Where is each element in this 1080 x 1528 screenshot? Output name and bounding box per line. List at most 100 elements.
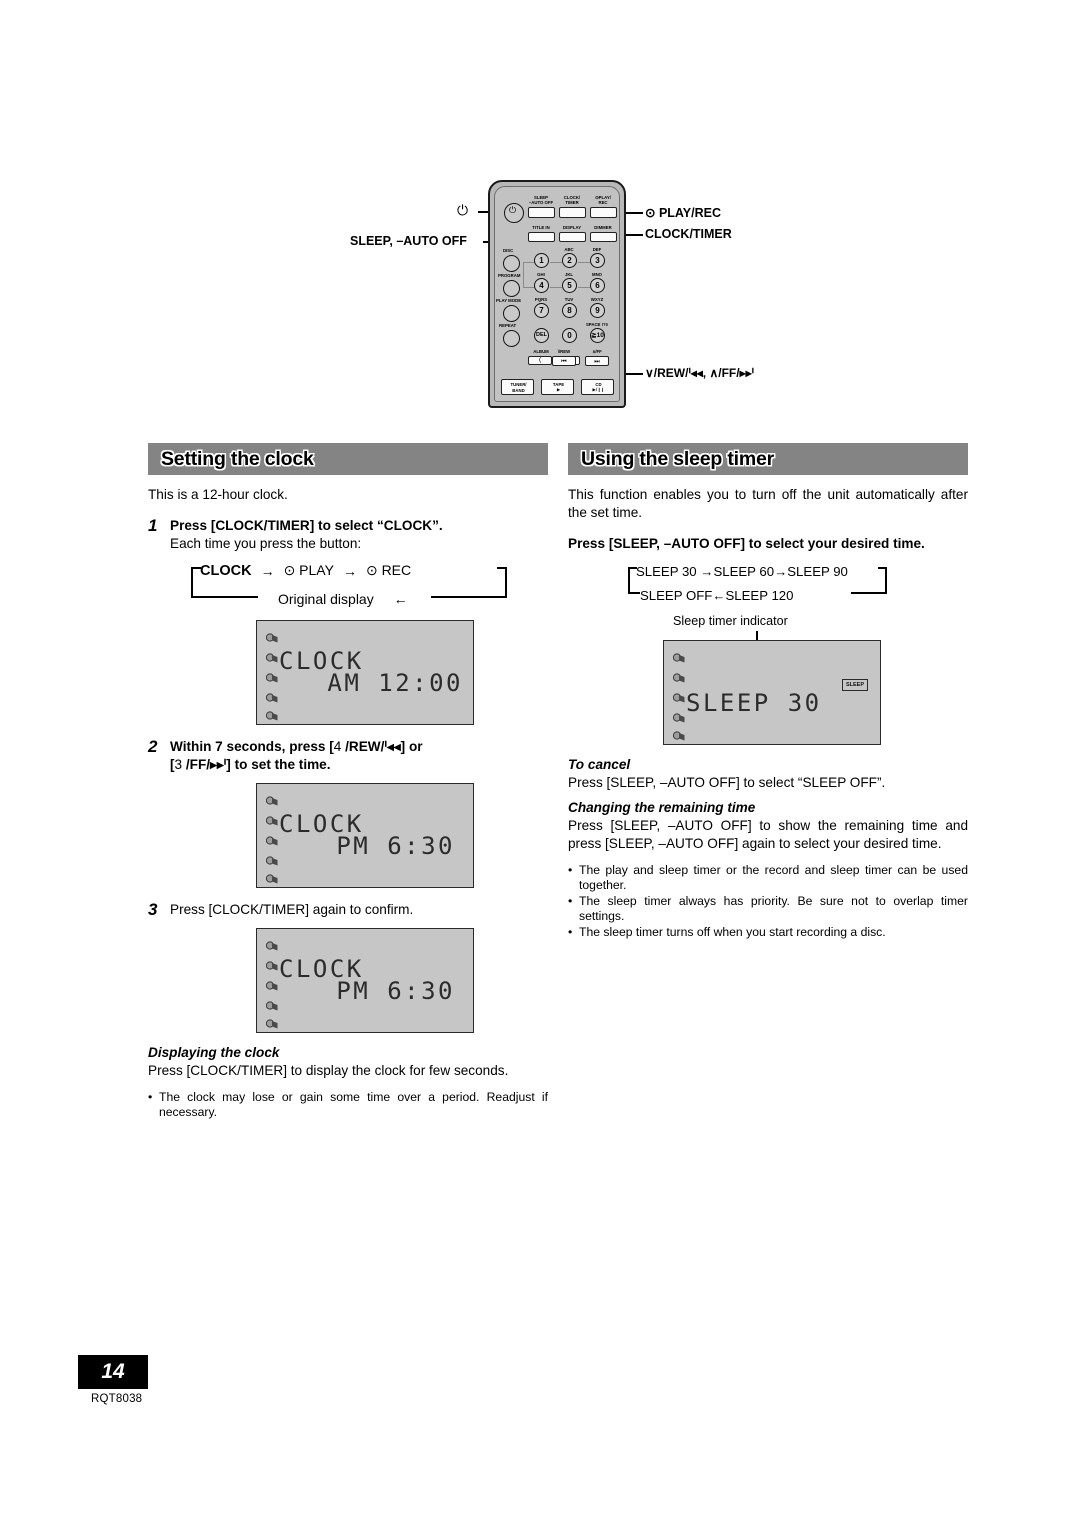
step-2-heading-part1: Within 7 seconds, press [	[170, 739, 334, 754]
repeat-button[interactable]	[503, 330, 520, 347]
cd-label-2: ▶/❙❙	[592, 388, 605, 393]
cd-button[interactable]: CD ▶/❙❙	[581, 379, 614, 395]
dimmer-button[interactable]	[590, 232, 617, 242]
key-10plus[interactable]: ≧10	[590, 328, 605, 343]
lcd-indicator-icon	[266, 856, 278, 866]
lcd-display-clock-pm-confirmed: CLOCK PM 6:30	[256, 928, 474, 1033]
key-7[interactable]: 7	[534, 303, 549, 318]
tuner-band-button[interactable]: TUNER/ BAND	[501, 379, 534, 395]
section-title-left: Setting the clock	[161, 447, 314, 470]
left-bullet-list: • The clock may lose or gain some time o…	[148, 1090, 548, 1120]
clock-mode-cycle-diagram: CLOCK → ⊙ PLAY → ⊙ REC Original display …	[148, 562, 548, 614]
lcd-indicator-icon	[673, 713, 685, 723]
tape-button[interactable]: TAPE ▶	[541, 379, 574, 395]
lcd-display-clock-pm-setting: CLOCK PM 6:30	[256, 783, 474, 888]
sleep-timer-cycle-diagram: SLEEP 30 →SLEEP 60→SLEEP 90 SLEEP OFF←SL…	[568, 564, 968, 614]
cycle-item-clock: CLOCK	[200, 562, 252, 579]
display-button[interactable]	[559, 232, 586, 242]
remote-control-diagram: ⏻ SLEEP, –AUTO OFF ⊙ PLAY/REC CLOCK/TIME…	[0, 155, 1080, 425]
key-3-label: 3	[595, 256, 600, 265]
lcd-indicator-icon	[266, 796, 278, 806]
callout-rew-ff: ∨/REW/ᑊ◂◂, ∧/FF/▸▸ᑊ	[645, 366, 754, 380]
lcd-3-line-2: PM 6:30	[336, 977, 455, 1005]
sleep-auto-off-button[interactable]	[528, 207, 555, 218]
key-4[interactable]: 4	[534, 278, 549, 293]
changing-remaining-time-heading: Changing the remaining time	[568, 800, 756, 815]
step-2-heading-part2: /REW/ᑊ◂◂] or	[341, 739, 423, 754]
bullet-text: The play and sleep timer or the record a…	[579, 863, 968, 892]
step-2: 2 Within 7 seconds, press [4 /REW/ᑊ◂◂] o…	[148, 738, 548, 774]
disc-label: DISC	[503, 248, 514, 253]
ff-label: ∧/FF	[592, 349, 602, 354]
key-0[interactable]: 0	[562, 328, 577, 343]
callout-play-rec: ⊙ PLAY/REC	[645, 206, 722, 220]
bullet-item: • The play and sleep timer or the record…	[568, 863, 968, 893]
lcd-display-sleep: SLEEP 30 SLEEP	[663, 640, 881, 745]
lcd-sleep-line-1: SLEEP 30	[686, 689, 822, 717]
play-rec-label-2: REC	[598, 200, 608, 205]
dimmer-label: DIMMER	[594, 225, 612, 230]
key-5-label: 5	[567, 281, 572, 290]
lcd-indicator-icon	[266, 1019, 278, 1029]
key-9-label: 9	[595, 306, 600, 315]
display-label: DISPLAY	[562, 225, 582, 230]
key-7-label: 7	[539, 306, 544, 315]
disc-button[interactable]	[503, 255, 520, 272]
lcd-indicator-icon	[266, 711, 278, 721]
to-cancel-heading: To cancel	[568, 757, 631, 772]
play-rec-button[interactable]	[590, 207, 617, 218]
lcd-indicator-icon	[673, 693, 685, 703]
repeat-label: REPEAT	[499, 323, 517, 328]
step-2-number: 2	[148, 737, 158, 756]
power-icon: ⏻	[457, 203, 469, 219]
step-2-key-2: 3	[174, 757, 183, 772]
rew-button[interactable]: ⏮	[552, 356, 576, 366]
bullet-dot: •	[568, 925, 573, 939]
lcd-indicator-icon	[266, 874, 278, 884]
bullet-text: The clock may lose or gain some time ove…	[159, 1090, 548, 1119]
key-9[interactable]: 9	[590, 303, 605, 318]
sleep-cycle-row-1: SLEEP 30 →SLEEP 60→SLEEP 90	[636, 564, 848, 579]
play-mode-button[interactable]	[503, 305, 520, 322]
intro-text-right: This function enables you to turn off th…	[568, 487, 968, 520]
key-1[interactable]: 1	[534, 253, 549, 268]
key-del[interactable]: DEL	[534, 328, 549, 343]
play-mode-label: PLAY MODE	[496, 298, 522, 303]
changing-remaining-time-text: Press [SLEEP, –AUTO OFF] to show the rem…	[568, 818, 968, 851]
callout-clock-timer: CLOCK/TIMER	[645, 227, 732, 241]
sleep-indicator-caption: Sleep timer indicator	[673, 614, 788, 628]
program-button[interactable]	[503, 280, 520, 297]
left-column: Setting the clock This is a 12-hour cloc…	[148, 443, 548, 1121]
bullet-item: • The clock may lose or gain some time o…	[148, 1090, 548, 1120]
key-10plus-label: ≧10	[591, 332, 604, 339]
title-in-button[interactable]	[528, 232, 555, 242]
power-button-glyph: ⏻	[509, 206, 517, 216]
lcd-indicator-icon	[266, 633, 278, 643]
intro-text-left: This is a 12-hour clock.	[148, 487, 288, 502]
cycle-item-rec: ⊙ REC	[365, 562, 412, 578]
section-header-setting-the-clock: Setting the clock	[148, 443, 548, 475]
album-label: ALBUM	[533, 349, 549, 354]
step-3: 3 Press [CLOCK/TIMER] again to confirm.	[148, 901, 548, 919]
part-number: RQT8038	[91, 1393, 143, 1405]
clock-timer-button[interactable]	[559, 207, 586, 218]
tuner-band-label-2: BAND	[512, 388, 525, 393]
ff-button[interactable]: ⏭	[585, 356, 609, 366]
key-3[interactable]: 3	[590, 253, 605, 268]
cycle-original-display: Original display	[278, 591, 374, 607]
key-2[interactable]: 2	[562, 253, 577, 268]
lcd-indicator-icon	[266, 673, 278, 683]
key-6[interactable]: 6	[590, 278, 605, 293]
displaying-the-clock-text: Press [CLOCK/TIMER] to display the clock…	[148, 1063, 509, 1078]
rew-label: \/REW	[557, 349, 571, 354]
cycle-arrow-1: →	[260, 562, 275, 579]
tape-label-2: ▶	[556, 388, 561, 393]
right-column: Using the sleep timer This function enab…	[568, 443, 968, 941]
sleep-cycle-row-2: SLEEP OFF←SLEEP 120	[640, 588, 794, 603]
cycle-item-play: ⊙ PLAY	[283, 562, 334, 578]
program-label: PROGRAM	[498, 273, 521, 278]
album-prev-button[interactable]: ⟨	[528, 356, 552, 365]
key-8[interactable]: 8	[562, 303, 577, 318]
lcd-indicator-icon	[266, 981, 278, 991]
key-5[interactable]: 5	[562, 278, 577, 293]
